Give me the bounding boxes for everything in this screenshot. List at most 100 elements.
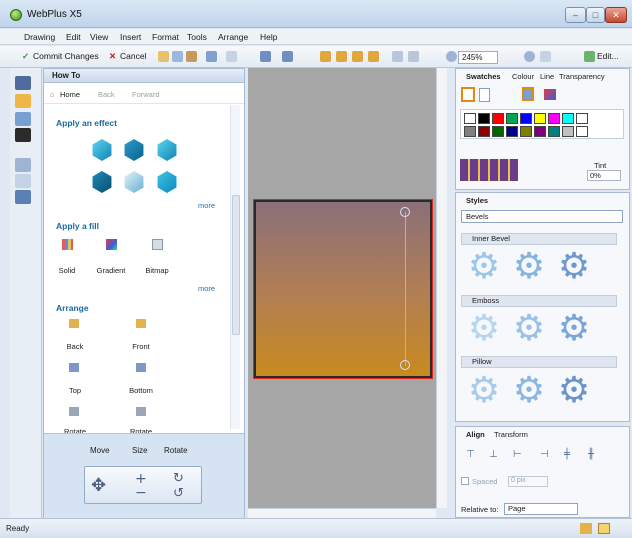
tint-input[interactable]: 0% (587, 170, 621, 181)
center-horizontal-icon[interactable]: ╫ (588, 449, 599, 460)
effect-hex-2-icon[interactable] (124, 139, 144, 161)
color-swatch[interactable] (464, 113, 476, 124)
rotate-cw-icon[interactable]: ↻ (173, 471, 184, 486)
style-gear-9-icon[interactable]: ⚙ (556, 373, 592, 409)
how-to-scrollbar[interactable] (230, 105, 240, 429)
style-gear-7-icon[interactable]: ⚙ (466, 373, 502, 409)
style-gear-3-icon[interactable]: ⚙ (556, 249, 592, 285)
style-gear-5-icon[interactable]: ⚙ (511, 311, 547, 347)
style-gear-1-icon[interactable]: ⚙ (466, 249, 502, 285)
forward-one-icon[interactable] (336, 51, 347, 62)
align-bottom-icon[interactable] (136, 363, 146, 372)
rotate-left-icon[interactable] (69, 407, 79, 416)
canvas-horizontal-scrollbar[interactable] (248, 508, 436, 518)
color-swatch[interactable] (520, 113, 532, 124)
color-swatch[interactable] (534, 113, 546, 124)
zoom-out-icon[interactable] (446, 51, 457, 62)
crop-tool-icon[interactable] (15, 128, 31, 142)
document-palette-icon[interactable] (522, 87, 534, 101)
spaced-input[interactable]: 0 pix (508, 476, 548, 487)
color-swatch[interactable] (534, 126, 546, 137)
home-button[interactable]: Home (60, 90, 80, 99)
color-swatch[interactable] (576, 113, 588, 124)
crop-icon[interactable] (408, 51, 419, 62)
tab-swatches[interactable]: Swatches (466, 72, 501, 81)
color-swatch[interactable] (478, 126, 490, 137)
size-minus-icon[interactable]: − (135, 485, 147, 501)
text-frame-tool-icon[interactable] (15, 158, 31, 172)
layout-icon[interactable] (260, 51, 271, 62)
canvas-vertical-scrollbar[interactable] (436, 68, 447, 508)
how-to-scroll-thumb[interactable] (232, 195, 240, 335)
move-tab[interactable]: Move (90, 446, 110, 455)
status-page-icon[interactable] (598, 523, 610, 534)
color-swatch[interactable] (562, 113, 574, 124)
menu-tools[interactable]: Tools (187, 32, 207, 42)
move-arrows-icon[interactable]: ✥ (91, 475, 106, 496)
copy-icon[interactable] (172, 51, 183, 62)
style-gear-4-icon[interactable]: ⚙ (466, 311, 502, 347)
color-swatch[interactable] (548, 126, 560, 137)
align-top-icon[interactable]: ⊤ (466, 449, 477, 460)
edit-pen-icon[interactable] (584, 51, 595, 62)
spaced-checkbox[interactable] (461, 477, 469, 485)
align-left-icon[interactable]: ⊢ (513, 449, 524, 460)
effect-hex-4-icon[interactable] (92, 171, 112, 193)
group-icon[interactable] (392, 51, 403, 62)
shape-tool-icon[interactable] (15, 174, 31, 188)
gradient-swatches[interactable] (460, 159, 518, 181)
send-back-icon[interactable] (368, 51, 379, 62)
effect-hex-5-icon[interactable] (124, 171, 144, 193)
rotate-tab[interactable]: Rotate (164, 446, 188, 455)
back-button[interactable]: Back (98, 90, 115, 99)
forward-button[interactable]: Forward (132, 90, 160, 99)
zoom-in-icon[interactable] (524, 51, 535, 62)
style-gear-6-icon[interactable]: ⚙ (556, 311, 592, 347)
tab-align[interactable]: Align (466, 430, 485, 439)
color-swatch[interactable] (464, 126, 476, 137)
style-gear-8-icon[interactable]: ⚙ (511, 373, 547, 409)
color-picker-icon[interactable] (544, 89, 556, 100)
fill-tool-icon[interactable] (15, 94, 31, 108)
tab-transform[interactable]: Transform (494, 430, 528, 439)
more-effects-link[interactable]: more (198, 201, 215, 210)
close-button[interactable]: ✕ (605, 7, 627, 23)
solid-fill-icon[interactable] (62, 239, 73, 250)
color-swatch[interactable] (478, 113, 490, 124)
cut-icon[interactable] (158, 51, 169, 62)
send-back-icon[interactable] (69, 319, 79, 328)
pen-tool-icon[interactable] (15, 190, 31, 204)
line-swatch-icon[interactable] (479, 88, 490, 102)
relative-to-select[interactable]: Page (504, 503, 578, 515)
commit-changes-button[interactable]: Commit Changes (33, 51, 99, 61)
effect-hex-6-icon[interactable] (157, 171, 177, 193)
zoom-fit-icon[interactable] (540, 51, 551, 62)
undo-icon[interactable] (206, 51, 217, 62)
align-right-icon[interactable]: ⊣ (540, 449, 551, 460)
tab-colour[interactable]: Colour (512, 72, 534, 81)
maximize-button[interactable]: □ (586, 7, 605, 23)
color-swatch[interactable] (506, 126, 518, 137)
status-view-icon[interactable] (580, 523, 592, 534)
gradient-fill-icon[interactable] (106, 239, 117, 250)
tab-transparency[interactable]: Transparency (559, 72, 605, 81)
category-inner-bevel[interactable]: Inner Bevel (461, 233, 617, 245)
tab-line[interactable]: Line (540, 72, 554, 81)
zoom-input[interactable]: 245% (458, 51, 498, 64)
align-bottom-icon[interactable]: ⊥ (489, 449, 500, 460)
color-swatch[interactable] (562, 126, 574, 137)
color-swatch[interactable] (506, 113, 518, 124)
color-swatch[interactable] (492, 126, 504, 137)
redo-icon[interactable] (226, 51, 237, 62)
minimize-button[interactable]: – (565, 7, 586, 23)
bitmap-fill-icon[interactable] (152, 239, 163, 250)
cancel-button[interactable]: Cancel (120, 51, 146, 61)
gradient-start-handle[interactable] (400, 207, 410, 217)
menu-drawing[interactable]: Drawing (24, 32, 55, 42)
edit-button[interactable]: Edit... (597, 51, 619, 61)
color-swatch[interactable] (492, 113, 504, 124)
paste-icon[interactable] (186, 51, 197, 62)
bring-front-icon[interactable] (320, 51, 331, 62)
more-fills-link[interactable]: more (198, 284, 215, 293)
back-one-icon[interactable] (352, 51, 363, 62)
